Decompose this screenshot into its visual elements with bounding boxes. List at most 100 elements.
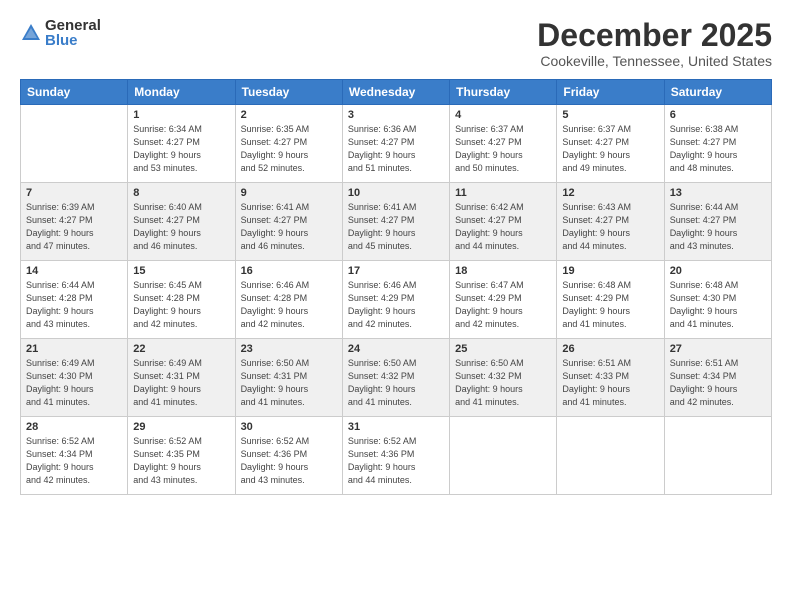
logo-general: General bbox=[45, 18, 101, 33]
calendar-cell: 13 Sunrise: 6:44 AM Sunset: 4:27 PM Dayli… bbox=[664, 183, 771, 261]
day-info: Sunrise: 6:48 AM Sunset: 4:29 PM Dayligh… bbox=[562, 279, 658, 331]
calendar-cell: 22Sunrise: 6:49 AM Sunset: 4:31 PM Dayli… bbox=[128, 339, 235, 417]
day-info: Sunrise: 6:38 AM Sunset: 4:27 PM Dayligh… bbox=[670, 123, 766, 175]
calendar-cell: 5 Sunrise: 6:37 AM Sunset: 4:27 PM Daylig… bbox=[557, 105, 664, 183]
calendar-header-thursday: Thursday bbox=[450, 80, 557, 105]
calendar-cell: 18 Sunrise: 6:47 AM Sunset: 4:29 PM Dayli… bbox=[450, 261, 557, 339]
day-number: 25 bbox=[455, 343, 551, 355]
calendar-cell: 3 Sunrise: 6:36 AM Sunset: 4:27 PM Daylig… bbox=[342, 105, 449, 183]
day-info: Sunrise: 6:42 AM Sunset: 4:27 PM Dayligh… bbox=[455, 201, 551, 253]
calendar-cell: 31 Sunrise: 6:52 AM Sunset: 4:36 PM Dayli… bbox=[342, 417, 449, 495]
calendar-cell: 25Sunrise: 6:50 AM Sunset: 4:32 PM Dayli… bbox=[450, 339, 557, 417]
day-info: Sunrise: 6:47 AM Sunset: 4:29 PM Dayligh… bbox=[455, 279, 551, 331]
day-info: Sunrise: 6:44 AM Sunset: 4:28 PM Dayligh… bbox=[26, 279, 122, 331]
calendar-cell: 1 Sunrise: 6:34 AM Sunset: 4:27 PM Daylig… bbox=[128, 105, 235, 183]
calendar-cell: 28 Sunrise: 6:52 AM Sunset: 4:34 PM Dayli… bbox=[21, 417, 128, 495]
day-number: 4 bbox=[455, 109, 551, 121]
calendar-header-sunday: Sunday bbox=[21, 80, 128, 105]
day-info: Sunrise: 6:37 AM Sunset: 4:27 PM Dayligh… bbox=[455, 123, 551, 175]
day-info: Sunrise: 6:52 AM Sunset: 4:36 PM Dayligh… bbox=[241, 435, 337, 487]
calendar-week-row: 14Sunrise: 6:44 AM Sunset: 4:28 PM Dayli… bbox=[21, 261, 772, 339]
calendar-cell: 8Sunrise: 6:40 AM Sunset: 4:27 PM Daylig… bbox=[128, 183, 235, 261]
day-number: 31 bbox=[348, 421, 444, 433]
day-number: 1 bbox=[133, 109, 229, 121]
day-number: 30 bbox=[241, 421, 337, 433]
calendar-cell: 27Sunrise: 6:51 AM Sunset: 4:34 PM Dayli… bbox=[664, 339, 771, 417]
page: General Blue December 2025 Cookeville, T… bbox=[0, 0, 792, 612]
day-info: Sunrise: 6:50 AM Sunset: 4:31 PM Dayligh… bbox=[241, 357, 337, 409]
calendar-header-saturday: Saturday bbox=[664, 80, 771, 105]
calendar-cell: 15 Sunrise: 6:45 AM Sunset: 4:28 PM Dayli… bbox=[128, 261, 235, 339]
day-number: 7 bbox=[26, 187, 122, 199]
calendar-cell bbox=[21, 105, 128, 183]
calendar-header-tuesday: Tuesday bbox=[235, 80, 342, 105]
logo-blue: Blue bbox=[45, 33, 101, 48]
day-number: 23 bbox=[241, 343, 337, 355]
day-info: Sunrise: 6:51 AM Sunset: 4:33 PM Dayligh… bbox=[562, 357, 658, 409]
calendar-cell: 2Sunrise: 6:35 AM Sunset: 4:27 PM Daylig… bbox=[235, 105, 342, 183]
calendar-cell: 24Sunrise: 6:50 AM Sunset: 4:32 PM Dayli… bbox=[342, 339, 449, 417]
calendar-header-monday: Monday bbox=[128, 80, 235, 105]
day-info: Sunrise: 6:52 AM Sunset: 4:36 PM Dayligh… bbox=[348, 435, 444, 487]
day-info: Sunrise: 6:49 AM Sunset: 4:30 PM Dayligh… bbox=[26, 357, 122, 409]
day-number: 15 bbox=[133, 265, 229, 277]
header: General Blue December 2025 Cookeville, T… bbox=[20, 18, 772, 69]
calendar-header-row: SundayMondayTuesdayWednesdayThursdayFrid… bbox=[21, 80, 772, 105]
day-number: 26 bbox=[562, 343, 658, 355]
calendar-header-wednesday: Wednesday bbox=[342, 80, 449, 105]
day-number: 10 bbox=[348, 187, 444, 199]
calendar-cell bbox=[450, 417, 557, 495]
day-number: 12 bbox=[562, 187, 658, 199]
subtitle: Cookeville, Tennessee, United States bbox=[537, 53, 772, 69]
day-number: 9 bbox=[241, 187, 337, 199]
day-info: Sunrise: 6:41 AM Sunset: 4:27 PM Dayligh… bbox=[241, 201, 337, 253]
day-info: Sunrise: 6:34 AM Sunset: 4:27 PM Dayligh… bbox=[133, 123, 229, 175]
calendar-cell: 29 Sunrise: 6:52 AM Sunset: 4:35 PM Dayli… bbox=[128, 417, 235, 495]
day-info: Sunrise: 6:46 AM Sunset: 4:29 PM Dayligh… bbox=[348, 279, 444, 331]
day-info: Sunrise: 6:44 AM Sunset: 4:27 PM Dayligh… bbox=[670, 201, 766, 253]
calendar-table: SundayMondayTuesdayWednesdayThursdayFrid… bbox=[20, 79, 772, 495]
calendar-cell: 4 Sunrise: 6:37 AM Sunset: 4:27 PM Daylig… bbox=[450, 105, 557, 183]
logo: General Blue bbox=[20, 18, 101, 48]
day-number: 19 bbox=[562, 265, 658, 277]
calendar-cell: 21Sunrise: 6:49 AM Sunset: 4:30 PM Dayli… bbox=[21, 339, 128, 417]
day-info: Sunrise: 6:50 AM Sunset: 4:32 PM Dayligh… bbox=[348, 357, 444, 409]
day-info: Sunrise: 6:37 AM Sunset: 4:27 PM Dayligh… bbox=[562, 123, 658, 175]
day-info: Sunrise: 6:52 AM Sunset: 4:34 PM Dayligh… bbox=[26, 435, 122, 487]
day-number: 8 bbox=[133, 187, 229, 199]
calendar-cell: 23 Sunrise: 6:50 AM Sunset: 4:31 PM Dayli… bbox=[235, 339, 342, 417]
calendar-cell: 16 Sunrise: 6:46 AM Sunset: 4:28 PM Dayli… bbox=[235, 261, 342, 339]
calendar-header-friday: Friday bbox=[557, 80, 664, 105]
day-info: Sunrise: 6:46 AM Sunset: 4:28 PM Dayligh… bbox=[241, 279, 337, 331]
day-info: Sunrise: 6:45 AM Sunset: 4:28 PM Dayligh… bbox=[133, 279, 229, 331]
calendar-week-row: 21Sunrise: 6:49 AM Sunset: 4:30 PM Dayli… bbox=[21, 339, 772, 417]
day-info: Sunrise: 6:52 AM Sunset: 4:35 PM Dayligh… bbox=[133, 435, 229, 487]
day-info: Sunrise: 6:39 AM Sunset: 4:27 PM Dayligh… bbox=[26, 201, 122, 253]
day-number: 3 bbox=[348, 109, 444, 121]
day-info: Sunrise: 6:48 AM Sunset: 4:30 PM Dayligh… bbox=[670, 279, 766, 331]
calendar-cell: 14Sunrise: 6:44 AM Sunset: 4:28 PM Dayli… bbox=[21, 261, 128, 339]
calendar-cell: 19 Sunrise: 6:48 AM Sunset: 4:29 PM Dayli… bbox=[557, 261, 664, 339]
day-number: 28 bbox=[26, 421, 122, 433]
day-number: 5 bbox=[562, 109, 658, 121]
day-number: 29 bbox=[133, 421, 229, 433]
day-number: 20 bbox=[670, 265, 766, 277]
day-number: 17 bbox=[348, 265, 444, 277]
day-info: Sunrise: 6:36 AM Sunset: 4:27 PM Dayligh… bbox=[348, 123, 444, 175]
day-number: 16 bbox=[241, 265, 337, 277]
day-number: 6 bbox=[670, 109, 766, 121]
title-block: December 2025 Cookeville, Tennessee, Uni… bbox=[537, 18, 772, 69]
logo-text: General Blue bbox=[45, 18, 101, 48]
calendar-week-row: 28 Sunrise: 6:52 AM Sunset: 4:34 PM Dayli… bbox=[21, 417, 772, 495]
day-number: 2 bbox=[241, 109, 337, 121]
calendar-cell: 12Sunrise: 6:43 AM Sunset: 4:27 PM Dayli… bbox=[557, 183, 664, 261]
day-info: Sunrise: 6:41 AM Sunset: 4:27 PM Dayligh… bbox=[348, 201, 444, 253]
calendar-cell: 17 Sunrise: 6:46 AM Sunset: 4:29 PM Dayli… bbox=[342, 261, 449, 339]
day-number: 18 bbox=[455, 265, 551, 277]
calendar-week-row: 7 Sunrise: 6:39 AM Sunset: 4:27 PM Daylig… bbox=[21, 183, 772, 261]
calendar-week-row: 1 Sunrise: 6:34 AM Sunset: 4:27 PM Daylig… bbox=[21, 105, 772, 183]
calendar-cell: 30 Sunrise: 6:52 AM Sunset: 4:36 PM Dayli… bbox=[235, 417, 342, 495]
day-number: 13 bbox=[670, 187, 766, 199]
day-number: 11 bbox=[455, 187, 551, 199]
day-info: Sunrise: 6:51 AM Sunset: 4:34 PM Dayligh… bbox=[670, 357, 766, 409]
